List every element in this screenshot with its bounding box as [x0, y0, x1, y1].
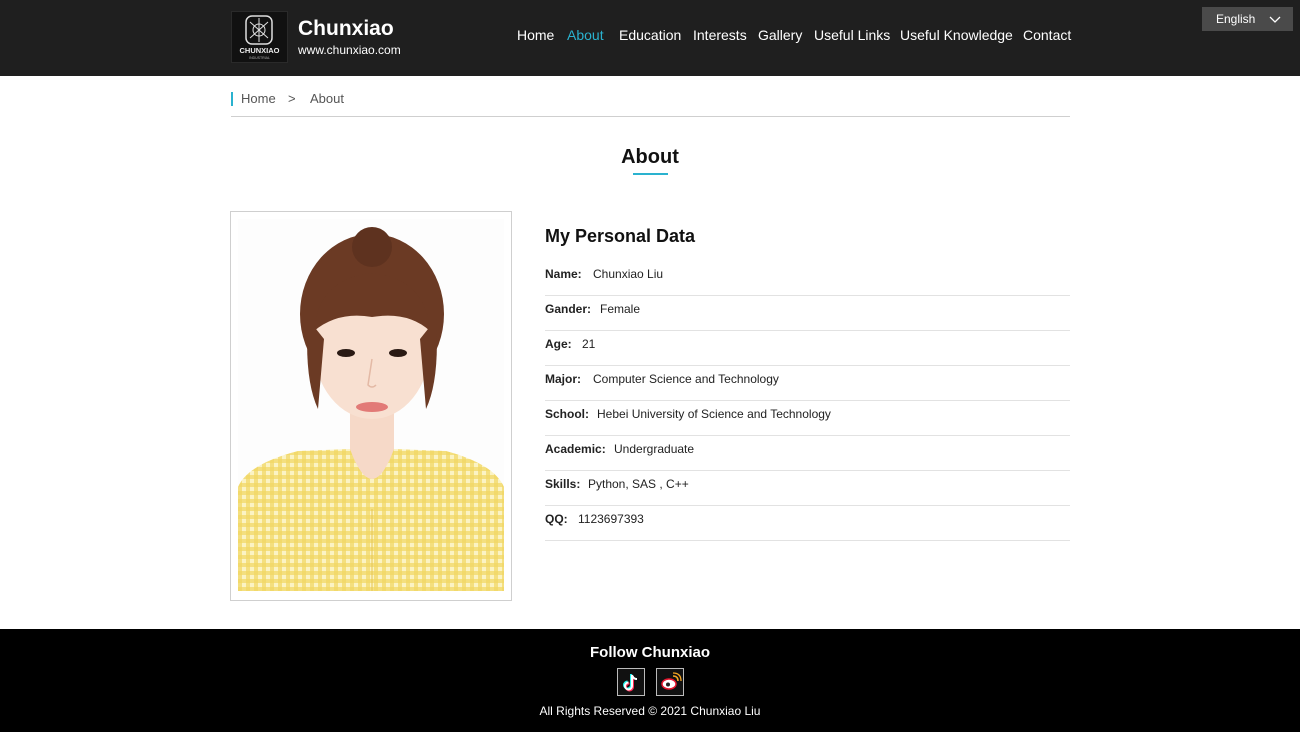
data-row-age: Age: 21 — [545, 331, 1070, 366]
data-row-academic: Academic: Undergraduate — [545, 436, 1070, 471]
field-label: School: — [545, 407, 589, 421]
field-label: Major: — [545, 372, 581, 386]
field-value: Undergraduate — [614, 442, 695, 456]
site-footer: Follow Chunxiao All Rights Reserved © 20… — [0, 629, 1300, 732]
field-value: 21 — [582, 337, 596, 351]
field-value: Female — [600, 302, 641, 316]
main-nav: Home About Education Interests Gallery U… — [0, 27, 1300, 47]
nav-education[interactable]: Education — [619, 27, 681, 43]
field-value: 1123697393 — [578, 512, 644, 526]
data-row-school: School: Hebei University of Science and … — [545, 401, 1070, 436]
breadcrumb-marker — [231, 92, 233, 106]
nav-gallery[interactable]: Gallery — [758, 27, 802, 43]
field-value: Computer Science and Technology — [593, 372, 779, 386]
page-title: About — [621, 146, 679, 168]
field-value: Python, SAS , C++ — [588, 477, 689, 491]
data-row-major: Major: Computer Science and Technology — [545, 366, 1070, 401]
data-row-name: Name: Chunxiao Liu — [545, 261, 1070, 296]
field-label: QQ: — [545, 512, 568, 526]
weibo-icon[interactable] — [656, 668, 684, 696]
breadcrumb-home[interactable]: Home — [241, 91, 276, 106]
field-label: Skills: — [545, 477, 581, 491]
logo-subtext: INDUSTRIAL — [249, 56, 270, 60]
field-label: Age: — [545, 337, 572, 351]
copyright-text: All Rights Reserved © 2021 Chunxiao Liu — [539, 704, 761, 718]
nav-contact[interactable]: Contact — [1023, 27, 1071, 43]
data-row-qq: QQ: 1123697393 — [545, 506, 1070, 541]
title-underline — [633, 173, 668, 175]
field-label: Gander: — [545, 302, 592, 316]
breadcrumb-current: About — [310, 91, 344, 106]
field-value: Hebei University of Science and Technolo… — [597, 407, 831, 421]
profile-photo — [230, 211, 512, 601]
nav-interests[interactable]: Interests — [693, 27, 747, 43]
nav-about[interactable]: About — [567, 27, 604, 43]
nav-useful-links[interactable]: Useful Links — [814, 27, 890, 43]
field-label: Academic: — [545, 442, 606, 456]
nav-useful-knowledge[interactable]: Useful Knowledge — [900, 27, 1013, 43]
field-label: Name: — [545, 267, 582, 281]
chevron-down-icon — [1269, 11, 1281, 35]
data-row-gender: Gander: Female — [545, 296, 1070, 331]
tiktok-icon[interactable] — [617, 668, 645, 696]
field-value: Chunxiao Liu — [593, 267, 664, 281]
breadcrumb-divider — [231, 116, 1070, 117]
data-row-skills: Skills: Python, SAS , C++ — [545, 471, 1070, 506]
personal-data-title: My Personal Data — [545, 226, 696, 246]
language-label: English — [1216, 12, 1256, 26]
nav-home[interactable]: Home — [517, 27, 554, 43]
portrait-image — [238, 219, 504, 591]
breadcrumb-separator: > — [288, 91, 296, 106]
follow-heading: Follow Chunxiao — [590, 644, 710, 661]
site-header: CHUNXIAO INDUSTRIAL Chunxiao www.chunxia… — [0, 0, 1300, 76]
language-select[interactable]: English — [1202, 7, 1293, 31]
logo-text: CHUNXIAO — [239, 46, 279, 55]
